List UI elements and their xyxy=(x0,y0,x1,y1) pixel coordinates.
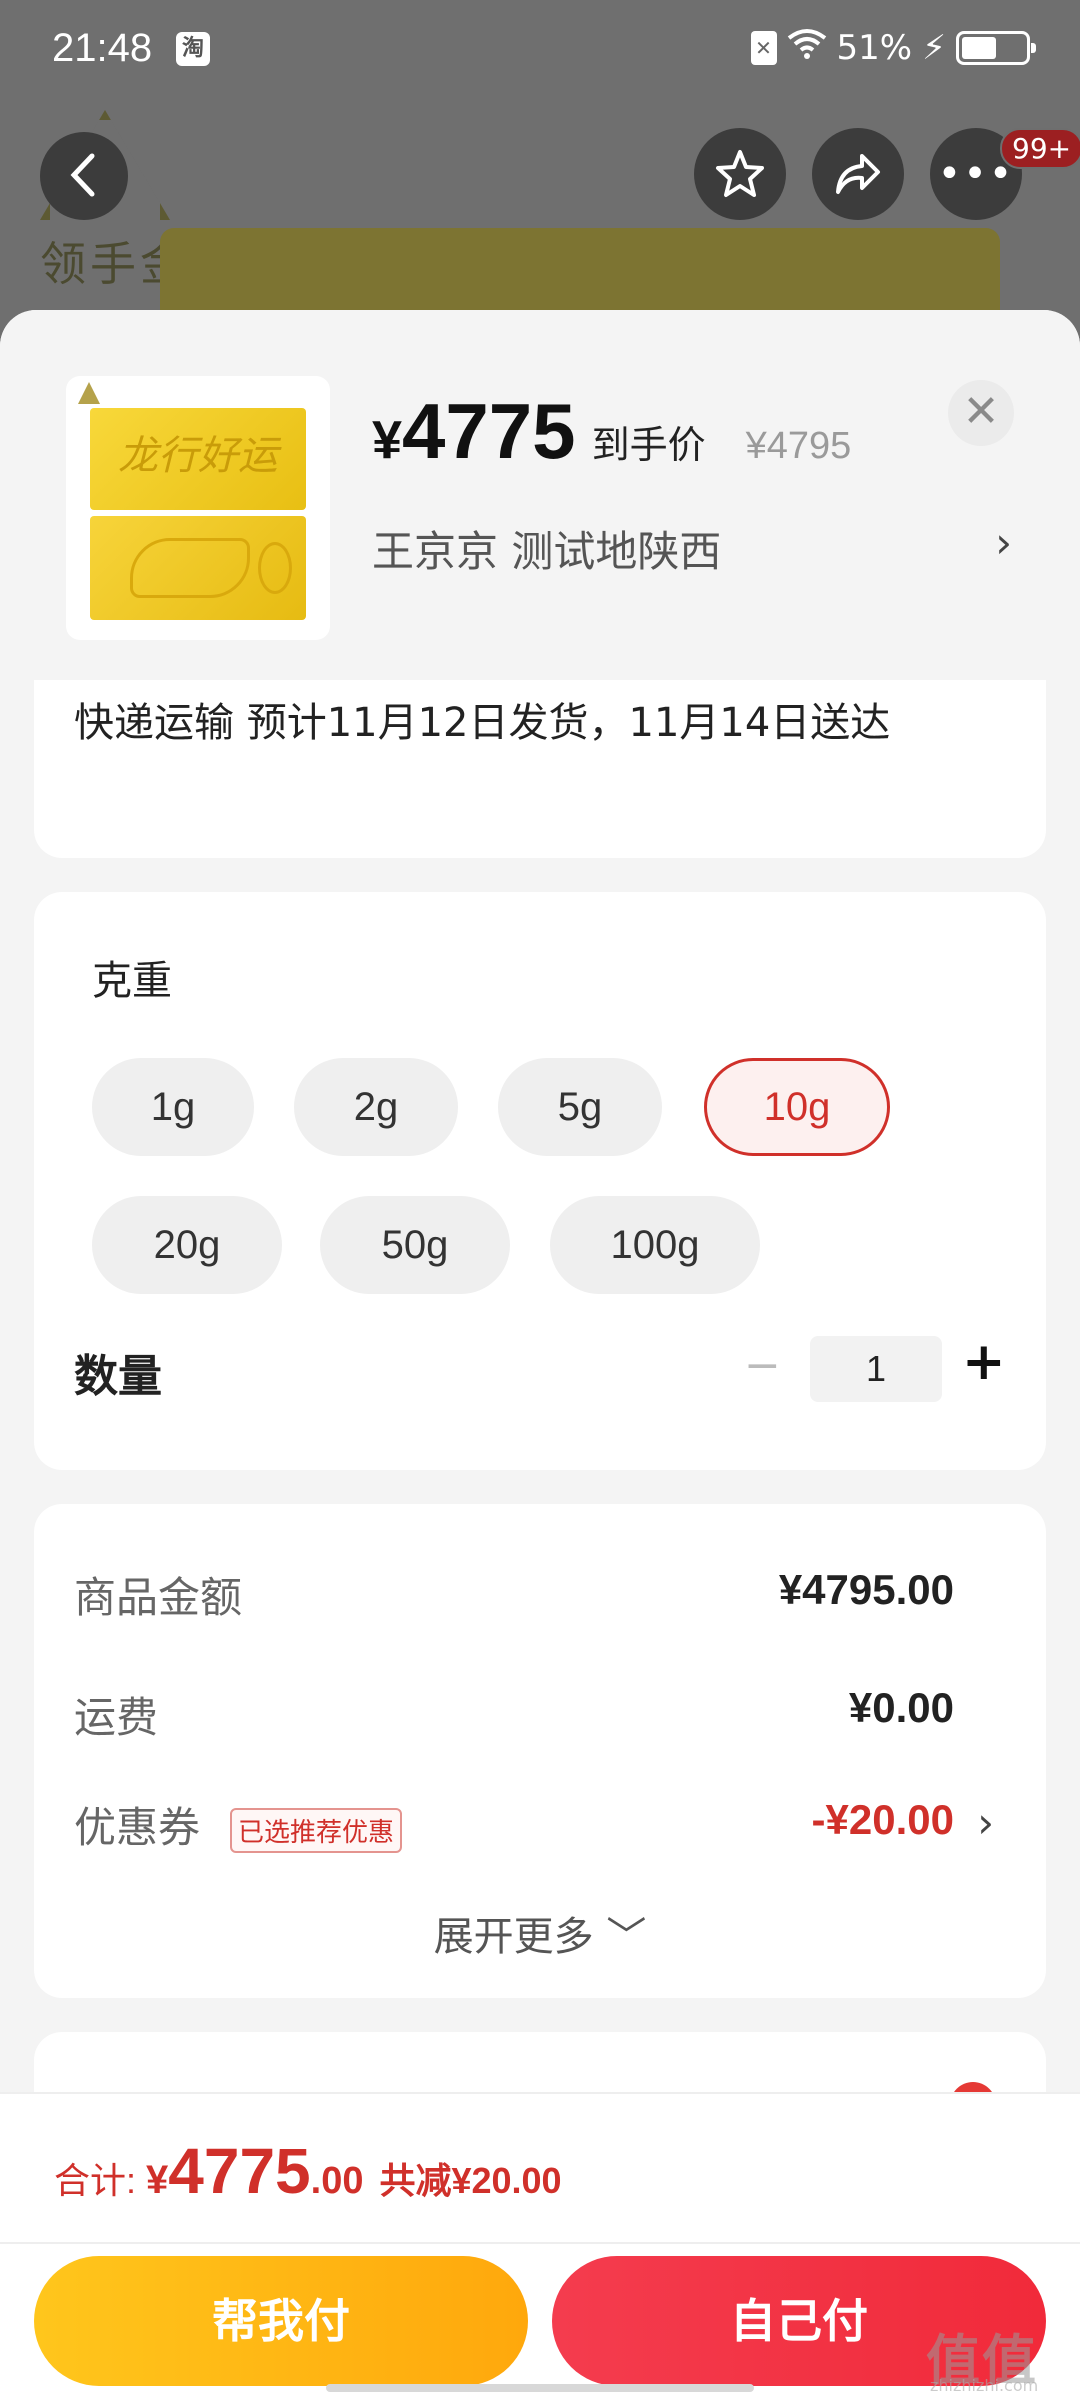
coupon-label[interactable]: 优惠券 xyxy=(74,1794,200,1855)
total-amount: 4775 xyxy=(168,2135,311,2207)
favorite-button[interactable] xyxy=(694,128,786,220)
close-button[interactable]: ✕ xyxy=(948,380,1014,446)
coupon-value[interactable]: -¥20.00 xyxy=(812,1796,954,1844)
spec-option-1g[interactable]: 1g xyxy=(92,1058,254,1156)
summary-card: 商品金额 ¥4795.00 运费 ¥0.00 优惠券 已选推荐优惠 -¥20.0… xyxy=(34,1504,1046,1998)
product-thumbnail[interactable]: 龙行好运 xyxy=(66,376,330,640)
goods-amount-value: ¥4795.00 xyxy=(778,1566,954,1613)
quantity-decrement-button[interactable]: − xyxy=(744,1340,781,1391)
spec-option-10g[interactable]: 10g xyxy=(704,1058,890,1156)
delivery-info: 快递运输 预计11月12日发货，11月14日送达 xyxy=(74,700,891,746)
pay-for-me-button[interactable]: 帮我付 xyxy=(34,2256,528,2386)
sim-icon: ✕ xyxy=(750,31,777,65)
spec-option-20g[interactable]: 20g xyxy=(92,1196,282,1294)
bottom-bar: 合计: ¥ 4775 .00 共减¥20.00 帮我付 自己付 xyxy=(0,2092,1080,2400)
spec-option-2g[interactable]: 2g xyxy=(294,1058,458,1156)
expand-more-button[interactable]: 展开更多 ﹀ xyxy=(34,1904,1046,1962)
dragon-pattern-icon xyxy=(130,538,250,598)
chevron-right-icon: › xyxy=(995,518,1012,567)
spec-title: 克重 xyxy=(92,958,172,1004)
chevron-left-icon xyxy=(70,153,95,197)
quantity-input[interactable]: 1 xyxy=(810,1336,942,1402)
taobao-app-icon: 淘 xyxy=(176,32,210,66)
price-currency: ¥ xyxy=(372,410,403,470)
battery-icon xyxy=(956,31,1036,65)
total-row: 合计: ¥ 4775 .00 共减¥20.00 xyxy=(54,2134,562,2208)
home-indicator[interactable] xyxy=(326,2384,754,2392)
gold-bar-back-image xyxy=(90,516,306,620)
shipping-label: 运费 xyxy=(74,1693,159,1742)
status-right: ✕ 51% ⚡ xyxy=(750,28,1036,68)
sheet-header: 龙行好运 ¥ 4775 到手价 ¥4795 ✕ 王京京 测试地陕西 › xyxy=(0,310,1080,680)
star-icon xyxy=(716,150,764,197)
address-row[interactable]: 王京京 测试地陕西 › xyxy=(372,518,1012,579)
status-bar: 21:48 淘 ✕ 51% ⚡ xyxy=(0,0,1080,100)
purchase-sheet: 龙行好运 ¥ 4775 到手价 ¥4795 ✕ 王京京 测试地陕西 › 快递运输… xyxy=(0,310,1080,2400)
notification-badge: 99+ xyxy=(1000,128,1080,169)
price-final: 4775 xyxy=(402,387,576,475)
shipping-value: ¥0.00 xyxy=(848,1684,954,1731)
chevron-right-icon[interactable]: › xyxy=(977,1798,994,1847)
spec-option-100g[interactable]: 100g xyxy=(550,1196,760,1294)
coupon-recommended-badge: 已选推荐优惠 xyxy=(230,1808,403,1853)
gold-bar-front-image: 龙行好运 xyxy=(90,408,306,510)
oval-seal-icon xyxy=(258,542,292,594)
goods-amount-label: 商品金额 xyxy=(74,1573,243,1622)
spec-card: 克重 1g 2g 5g 10g 20g 50g 100g 数量 − 1 + xyxy=(34,892,1046,1470)
spec-option-50g[interactable]: 50g xyxy=(320,1196,510,1294)
close-icon: ✕ xyxy=(962,386,1000,437)
share-button[interactable] xyxy=(812,128,904,220)
back-button[interactable] xyxy=(40,132,128,220)
price-row: ¥ 4775 到手价 ¥4795 xyxy=(372,386,851,477)
wifi-icon xyxy=(787,28,827,68)
watermark-url: zhizhizhi.com xyxy=(930,2376,1039,2395)
price-tag: 到手价 xyxy=(591,423,706,467)
battery-percent: 51% xyxy=(836,28,913,68)
status-time: 21:48 xyxy=(52,26,153,70)
total-label: 合计: xyxy=(54,2160,137,2201)
total-saved: 共减¥20.00 xyxy=(379,2160,562,2201)
delivery-card: 快递运输 预计11月12日发货，11月14日送达 xyxy=(34,680,1046,858)
total-decimal: .00 xyxy=(310,2160,364,2202)
spec-option-5g[interactable]: 5g xyxy=(498,1058,662,1156)
quantity-increment-button[interactable]: + xyxy=(962,1332,1006,1392)
charging-icon: ⚡ xyxy=(922,28,946,68)
divider xyxy=(0,2242,1080,2244)
address-text: 王京京 测试地陕西 xyxy=(372,527,722,576)
share-icon xyxy=(836,154,880,194)
quantity-label: 数量 xyxy=(74,1351,162,1402)
original-price: ¥4795 xyxy=(745,425,852,467)
total-currency: ¥ xyxy=(146,2158,169,2202)
brand-logo-icon xyxy=(78,382,100,404)
